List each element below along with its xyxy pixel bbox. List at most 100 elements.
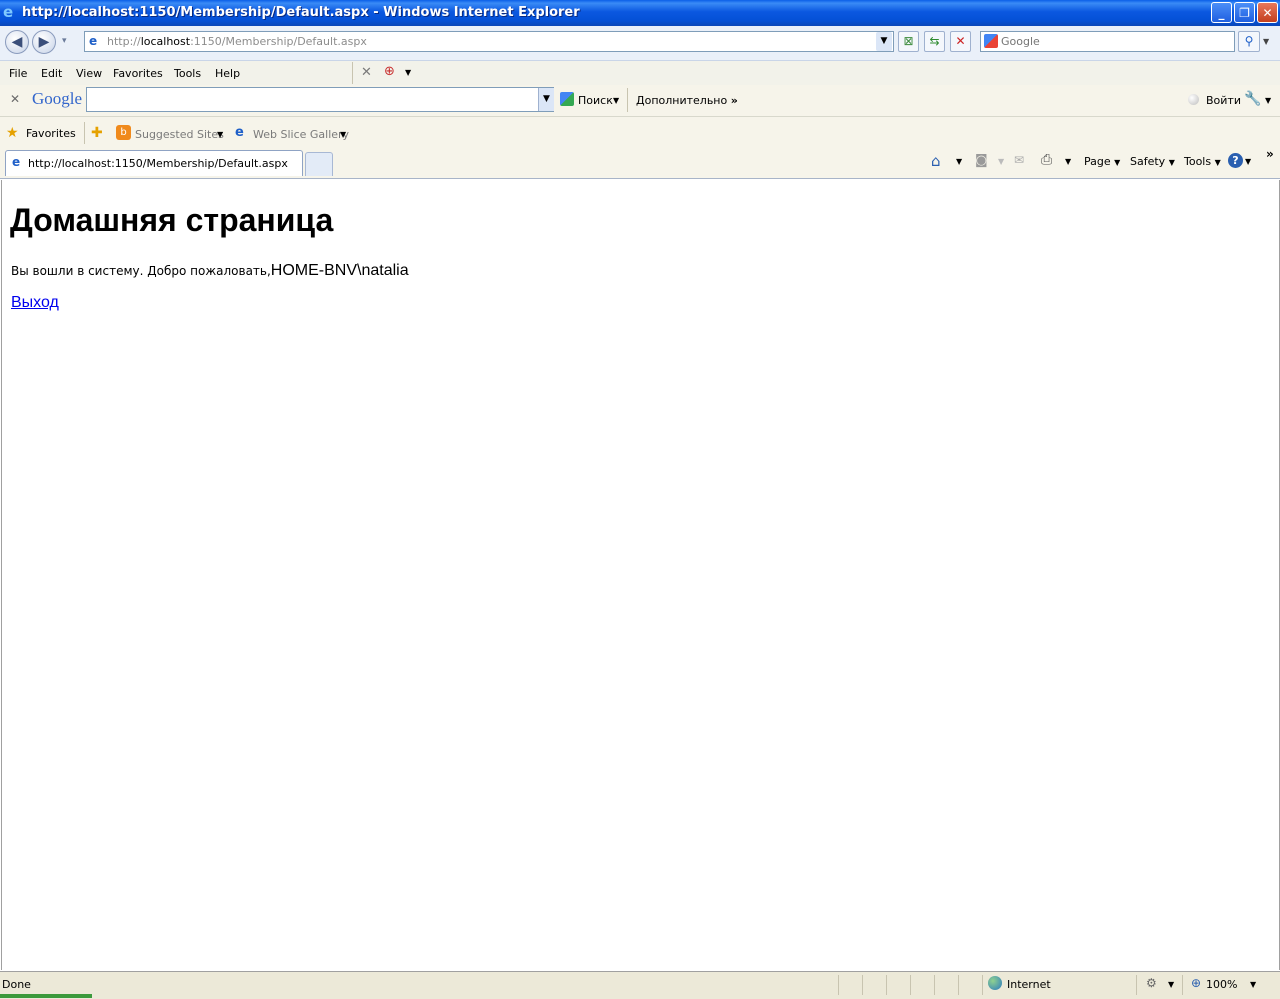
favorites-button[interactable]: Favorites bbox=[26, 127, 76, 140]
protected-mode-icon[interactable]: ⚙ bbox=[1146, 976, 1157, 990]
status-text: Done bbox=[2, 978, 31, 991]
help-dropdown-icon[interactable]: ▼ bbox=[1245, 157, 1251, 166]
address-url[interactable]: http://localhost:1150/Membership/Default… bbox=[107, 35, 367, 48]
tab-active[interactable]: e http://localhost:1150/Membership/Defau… bbox=[5, 150, 303, 176]
zoom-dropdown-icon[interactable]: ▼ bbox=[1250, 980, 1256, 989]
feeds-dropdown-icon[interactable]: ▼ bbox=[998, 157, 1004, 166]
menu-help[interactable]: Help bbox=[215, 67, 240, 80]
google-more-button[interactable]: Дополнительно » bbox=[636, 94, 738, 107]
refresh-button[interactable]: ⇆ bbox=[924, 31, 945, 52]
google-search-dropdown-button[interactable]: ▼ bbox=[538, 88, 554, 111]
feeds-icon[interactable]: ◙ bbox=[975, 153, 988, 168]
google-search-button[interactable]: Поиск bbox=[578, 94, 613, 107]
login-name: HOME-BNV\natalia bbox=[270, 262, 409, 279]
google-search-provider-icon bbox=[984, 34, 998, 48]
search-options-dropdown-icon[interactable]: ▼ bbox=[1263, 37, 1269, 46]
compat-view-button[interactable]: ⊠ bbox=[898, 31, 919, 52]
status-divider bbox=[982, 975, 983, 995]
settings-dropdown-icon[interactable]: ▼ bbox=[1265, 96, 1271, 105]
home-icon[interactable]: ⌂ bbox=[931, 152, 941, 170]
window-title: http://localhost:1150/Membership/Default… bbox=[22, 5, 580, 20]
translate-icon[interactable]: ⊕ bbox=[384, 64, 395, 79]
page-content: Домашняя страница Вы вошли в систему. До… bbox=[1, 180, 1280, 970]
search-button-dropdown-icon[interactable]: ▼ bbox=[613, 96, 619, 105]
toolbar-close-icon[interactable]: ✕ bbox=[361, 65, 372, 80]
page-menu-button[interactable]: Page ▼ bbox=[1084, 155, 1120, 168]
menu-edit[interactable]: Edit bbox=[41, 67, 62, 80]
google-logo[interactable]: Google bbox=[32, 89, 82, 109]
status-divider bbox=[910, 975, 911, 995]
address-dropdown-button[interactable]: ▼ bbox=[876, 32, 892, 51]
google-g-icon bbox=[560, 92, 574, 106]
web-slice-dropdown-icon[interactable]: ▼ bbox=[340, 130, 346, 139]
chevron-down-icon: ▼ bbox=[1114, 158, 1121, 167]
menu-divider bbox=[352, 62, 353, 84]
welcome-message: Вы вошли в систему. Добро пожаловать,HOM… bbox=[11, 262, 409, 280]
history-dropdown-icon[interactable]: ▾ bbox=[62, 36, 67, 46]
menu-file[interactable]: File bbox=[9, 67, 27, 80]
overflow-chevron-icon[interactable]: » bbox=[1266, 147, 1274, 161]
new-tab-button[interactable] bbox=[305, 152, 333, 176]
suggested-sites-dropdown-icon[interactable]: ▼ bbox=[217, 130, 223, 139]
web-slice-gallery-link[interactable]: Web Slice Gallery bbox=[253, 128, 349, 141]
forward-button[interactable]: ▶ bbox=[32, 30, 56, 54]
search-go-button[interactable]: ⚲ bbox=[1238, 31, 1260, 52]
chevron-down-icon: ▼ bbox=[1168, 158, 1175, 167]
back-arrow-icon: ◀ bbox=[11, 34, 23, 50]
taskbar-strip bbox=[0, 994, 92, 998]
read-mail-icon[interactable]: ✉ bbox=[1014, 153, 1024, 167]
restore-button[interactable]: ❐ bbox=[1234, 2, 1255, 23]
search-input[interactable] bbox=[1001, 34, 1226, 49]
safety-menu-button[interactable]: Safety ▼ bbox=[1130, 155, 1175, 168]
zoom-icon: ⊕ bbox=[1191, 976, 1202, 990]
tab-title: http://localhost:1150/Membership/Default… bbox=[28, 157, 288, 170]
refresh-icon: ⇆ bbox=[929, 34, 940, 48]
google-toolbar-divider bbox=[627, 88, 628, 112]
status-bar bbox=[0, 971, 1280, 999]
status-divider bbox=[958, 975, 959, 995]
status-divider bbox=[1136, 975, 1137, 995]
tools-menu-button[interactable]: Tools ▼ bbox=[1184, 155, 1221, 168]
back-button[interactable]: ◀ bbox=[5, 30, 29, 54]
print-dropdown-icon[interactable]: ▼ bbox=[1065, 157, 1071, 166]
protected-mode-dropdown-icon[interactable]: ▼ bbox=[1168, 980, 1174, 989]
translate-dropdown-icon[interactable]: ▼ bbox=[405, 68, 411, 77]
home-dropdown-icon[interactable]: ▼ bbox=[956, 157, 962, 166]
title-bar: e http://localhost:1150/Membership/Defau… bbox=[0, 0, 1280, 26]
menu-view[interactable]: View bbox=[76, 67, 102, 80]
status-divider bbox=[886, 975, 887, 995]
minimize-button[interactable]: _ bbox=[1211, 2, 1232, 23]
menu-favorites[interactable]: Favorites bbox=[113, 67, 163, 80]
add-to-favorites-icon[interactable]: ✚ bbox=[91, 125, 103, 141]
status-divider bbox=[862, 975, 863, 995]
chevron-down-icon: ▼ bbox=[1214, 158, 1221, 167]
web-slice-icon: e bbox=[235, 125, 244, 140]
welcome-text: Вы вошли в систему. Добро пожаловать, bbox=[11, 264, 271, 278]
status-divider bbox=[934, 975, 935, 995]
wrench-icon[interactable]: 🔧 bbox=[1244, 91, 1261, 107]
menu-tools[interactable]: Tools bbox=[174, 67, 201, 80]
google-toolbar-close-icon[interactable]: ✕ bbox=[10, 92, 20, 106]
help-icon[interactable]: ? bbox=[1228, 153, 1243, 168]
close-button[interactable]: ✕ bbox=[1257, 2, 1278, 23]
internet-zone-globe-icon bbox=[988, 976, 1002, 990]
double-chevron-right-icon: » bbox=[730, 94, 738, 107]
print-icon[interactable]: ⎙ bbox=[1041, 152, 1052, 168]
compat-view-icon: ⊠ bbox=[903, 34, 914, 48]
google-search-input[interactable] bbox=[91, 92, 531, 107]
search-box[interactable] bbox=[980, 31, 1235, 52]
suggested-sites-link[interactable]: Suggested Sites bbox=[135, 128, 224, 141]
chevron-down-icon: ▼ bbox=[880, 36, 888, 46]
signin-status-icon bbox=[1188, 94, 1199, 105]
google-signin-button[interactable]: Войти bbox=[1206, 94, 1241, 107]
favorites-star-icon: ★ bbox=[6, 125, 19, 141]
page-icon: e bbox=[89, 34, 98, 48]
address-bar[interactable]: e http://localhost:1150/Membership/Defau… bbox=[84, 31, 894, 52]
security-zone-label[interactable]: Internet bbox=[1007, 978, 1051, 991]
stop-button[interactable]: ✕ bbox=[950, 31, 971, 52]
zoom-level[interactable]: 100% bbox=[1206, 978, 1237, 991]
logout-link[interactable]: Выход bbox=[11, 294, 59, 312]
google-search-field[interactable] bbox=[86, 87, 554, 112]
tab-page-icon: e bbox=[12, 155, 21, 169]
chevron-down-icon: ▼ bbox=[543, 94, 550, 104]
